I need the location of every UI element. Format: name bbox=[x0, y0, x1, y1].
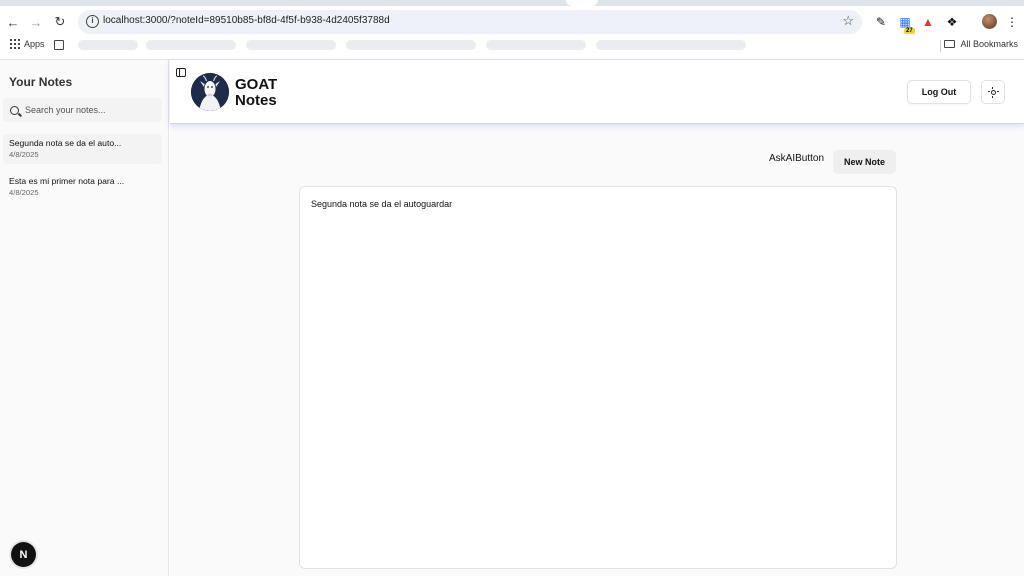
site-info-icon[interactable]: i bbox=[86, 15, 99, 28]
bookmark-item[interactable] bbox=[596, 40, 746, 50]
bookmark-item[interactable] bbox=[346, 40, 476, 50]
all-bookmarks[interactable]: All Bookmarks bbox=[944, 39, 1018, 49]
app-header: GOAT Notes Log Out bbox=[170, 60, 1024, 124]
brand-line-1: GOAT bbox=[235, 76, 278, 93]
apps-bookmark[interactable]: Apps bbox=[10, 39, 45, 49]
new-note-button[interactable]: New Note bbox=[833, 150, 896, 174]
bookmarks-bar: Apps All Bookmarks bbox=[0, 36, 1024, 56]
note-list-item[interactable]: Esta es mi primer nota para ... 4/8/2025 bbox=[3, 172, 162, 202]
bookmark-item[interactable] bbox=[146, 40, 236, 50]
address-bar[interactable]: i localhost:3000/?noteId=89510b85-bf8d-4… bbox=[78, 10, 862, 34]
extension-badge: 27 bbox=[904, 28, 915, 34]
goat-logo bbox=[191, 73, 229, 111]
search-input[interactable] bbox=[25, 105, 155, 115]
sidebar-title: Your Notes bbox=[9, 75, 73, 89]
red-extension-icon[interactable]: ▲ bbox=[920, 14, 936, 30]
folder-icon bbox=[944, 40, 956, 48]
search-box bbox=[3, 98, 162, 122]
note-title: Esta es mi primer nota para ... bbox=[9, 176, 125, 186]
note-date: 4/8/2025 bbox=[9, 188, 39, 197]
browser-toolbar: ← → ↻ i localhost:3000/?noteId=89510b85-… bbox=[0, 8, 1024, 36]
logout-button[interactable]: Log Out bbox=[907, 80, 971, 104]
url-text[interactable]: localhost:3000/?noteId=89510b85-bf8d-4f5… bbox=[103, 15, 390, 26]
bookmark-item[interactable] bbox=[246, 40, 336, 50]
browser-chrome: ← → ↻ i localhost:3000/?noteId=89510b85-… bbox=[0, 0, 1024, 60]
bookmark-item[interactable] bbox=[78, 40, 138, 50]
nextjs-dev-badge[interactable]: N bbox=[11, 542, 36, 567]
sidebar-toggle-icon[interactable] bbox=[176, 68, 186, 77]
search-icon bbox=[10, 105, 19, 115]
app-brand: GOAT Notes bbox=[235, 77, 277, 109]
browser-menu-icon[interactable]: ⋮ bbox=[1004, 14, 1020, 30]
extensions-puzzle-icon[interactable]: ❖ bbox=[944, 14, 960, 30]
note-list-item[interactable]: Segunda nota se da el auto... 4/8/2025 bbox=[3, 134, 162, 164]
sun-icon bbox=[987, 86, 999, 98]
profile-avatar[interactable] bbox=[982, 14, 997, 29]
ask-ai-button[interactable]: AskAIButton bbox=[769, 153, 824, 164]
apps-grid-icon bbox=[10, 39, 20, 49]
main-area: GOAT Notes Log Out AskAIButton New Note bbox=[170, 60, 1024, 576]
back-arrow-icon[interactable]: ← bbox=[3, 12, 23, 32]
apps-label: Apps bbox=[24, 39, 45, 49]
reload-icon[interactable]: ↻ bbox=[50, 12, 70, 32]
theme-toggle-button[interactable] bbox=[981, 80, 1005, 104]
note-editor[interactable] bbox=[299, 186, 897, 569]
brand-line-2: Notes bbox=[235, 92, 277, 109]
all-bookmarks-label: All Bookmarks bbox=[960, 39, 1018, 49]
tab-strip bbox=[0, 0, 1024, 6]
bookmark-item[interactable] bbox=[486, 40, 586, 50]
bookmarks-separator bbox=[940, 40, 941, 52]
note-title: Segunda nota se da el auto... bbox=[9, 138, 122, 148]
forward-arrow-icon[interactable]: → bbox=[26, 12, 46, 32]
pen-extension-icon[interactable]: ✎ bbox=[873, 14, 889, 30]
bookmark-star-icon[interactable]: ☆ bbox=[842, 13, 854, 29]
note-date: 4/8/2025 bbox=[9, 150, 39, 159]
notes-sidebar: Your Notes Segunda nota se da el auto...… bbox=[0, 60, 169, 576]
tab-groups-icon[interactable] bbox=[54, 40, 64, 50]
